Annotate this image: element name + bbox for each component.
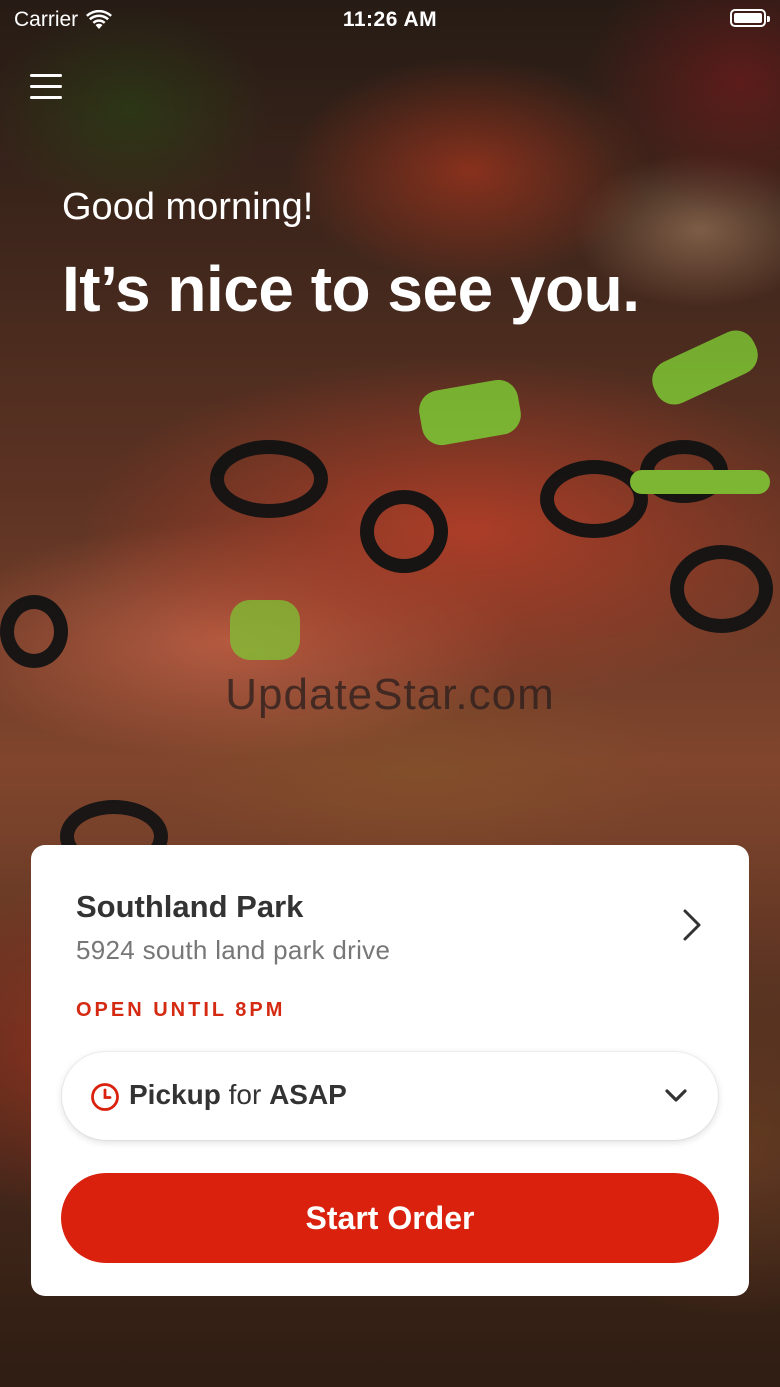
store-name[interactable]: Southland Park [76, 889, 303, 925]
headline-text: It’s nice to see you. [62, 253, 640, 325]
chevron-down-icon [665, 1089, 687, 1102]
order-mode-label: Pickup for ASAP [129, 1079, 347, 1111]
clock-icon [91, 1083, 119, 1111]
store-hours-badge: OPEN UNTIL 8PM [76, 999, 286, 1021]
store-card: Southland Park 5924 south land park driv… [31, 845, 749, 1296]
hamburger-menu-icon[interactable] [30, 74, 62, 104]
chevron-right-icon[interactable] [677, 905, 707, 945]
battery-icon [730, 9, 770, 27]
start-order-button[interactable]: Start Order [61, 1173, 719, 1263]
greeting-text: Good morning! [62, 186, 314, 228]
order-mode-time: ASAP [269, 1079, 347, 1110]
order-mode-connector: for [228, 1079, 262, 1110]
order-mode-type: Pickup [129, 1079, 221, 1110]
order-mode-select[interactable]: Pickup for ASAP [62, 1052, 718, 1140]
status-bar: Carrier 11:26 AM [0, 0, 780, 40]
store-address[interactable]: 5924 south land park drive [76, 935, 390, 966]
status-time: 11:26 AM [342, 8, 438, 31]
watermark: UpdateStar.com [225, 670, 555, 719]
